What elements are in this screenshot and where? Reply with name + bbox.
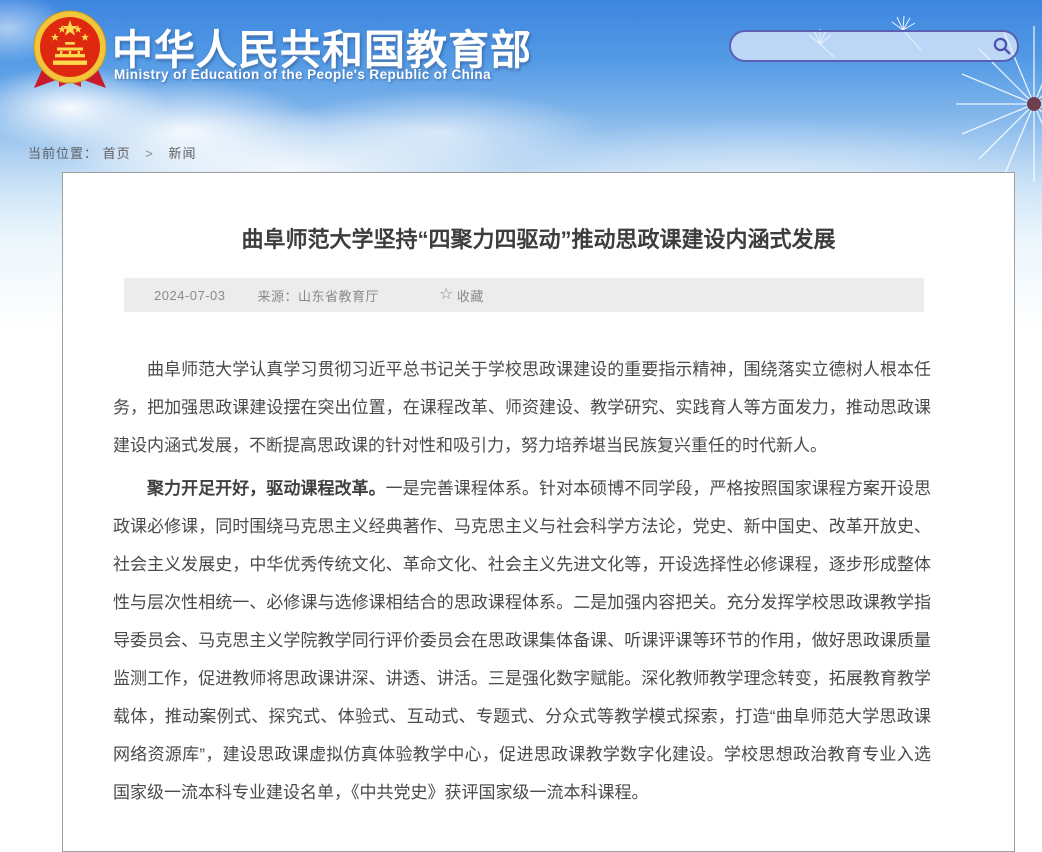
paragraph-text: 曲阜师范大学认真学习贯彻习近平总书记关于学校思政课建设的重要指示精神，围绕落实立… [113, 360, 931, 455]
breadcrumb-link-home[interactable]: 首页 [103, 146, 131, 161]
search-input[interactable] [743, 34, 987, 58]
article-source: 来源：山东省教育厅 [258, 286, 380, 305]
article-title: 曲阜师范大学坚持“四聚力四驱动”推动思政课建设内涵式发展 [103, 227, 974, 253]
article-meta-bar: 2024-07-03 来源：山东省教育厅 ☆ 收藏 [124, 278, 924, 312]
article-container: 曲阜师范大学坚持“四聚力四驱动”推动思政课建设内涵式发展 2024-07-03 … [62, 172, 1015, 852]
article-paragraph: 聚力开足开好，驱动课程改革。一是完善课程体系。针对本硕博不同学段，严格按照国家课… [113, 470, 931, 812]
paragraph-lead: 聚力开足开好，驱动课程改革。 [147, 479, 386, 498]
site-subtitle: Ministry of Education of the People's Re… [114, 67, 491, 82]
article-date: 2024-07-03 [154, 288, 226, 303]
search-button[interactable] [987, 33, 1017, 59]
paragraph-text: 一是完善课程体系。针对本硕博不同学段，严格按照国家课程方案开设思政课必修课，同时… [113, 479, 931, 802]
search-bar[interactable] [729, 30, 1019, 62]
breadcrumb: 当前位置： 首页 > 新闻 [28, 143, 197, 162]
search-icon [992, 36, 1012, 56]
star-icon: ☆ [439, 287, 454, 303]
breadcrumb-separator: > [145, 146, 154, 161]
breadcrumb-prefix: 当前位置： [28, 146, 98, 161]
breadcrumb-link-news[interactable]: 新闻 [169, 146, 197, 161]
favorite-button[interactable]: ☆ 收藏 [439, 286, 484, 305]
article-body: 曲阜师范大学认真学习贯彻习近平总书记关于学校思政课建设的重要指示精神，围绕落实立… [113, 351, 931, 812]
article-paragraph: 曲阜师范大学认真学习贯彻习近平总书记关于学校思政课建设的重要指示精神，围绕落实立… [113, 351, 931, 465]
favorite-label: 收藏 [457, 286, 484, 305]
national-emblem-icon [30, 9, 110, 97]
